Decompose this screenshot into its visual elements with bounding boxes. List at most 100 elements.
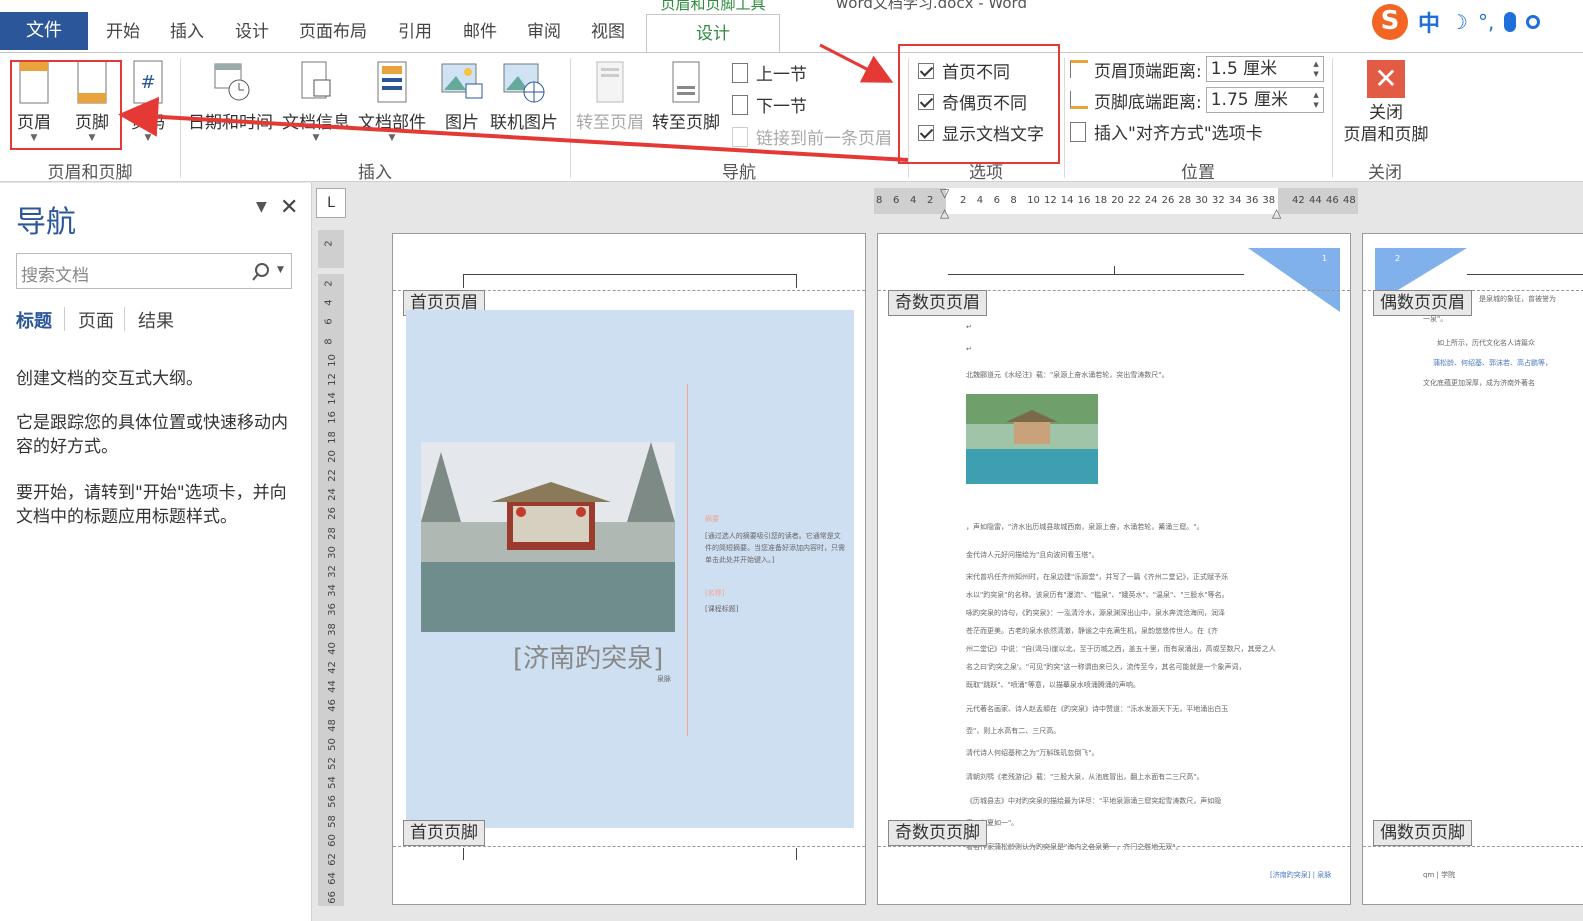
- odd-page-footer-tag[interactable]: 奇数页页脚: [888, 820, 987, 846]
- footer-rule-tick: [463, 848, 464, 860]
- sidebar-name[interactable]: [名称]: [705, 588, 724, 598]
- nav-search-box[interactable]: 搜索文档 ▼: [16, 253, 292, 289]
- ruler-tick-label: 32: [1212, 195, 1225, 206]
- odd-page-number[interactable]: 1: [1322, 254, 1327, 263]
- odd-body-line[interactable]: 宋代曾巩任齐州知州时，在泉边建"泺源堂"，并写了一篇《齐州二堂记》，正式赋予泺: [966, 572, 1326, 582]
- spring-photo[interactable]: [966, 394, 1098, 484]
- odd-body-line[interactable]: 苍茫而更美。古老的泉水依然清澈，静谧之中充满生机，泉韵悠悠传世人。在《齐: [966, 626, 1326, 636]
- odd-body-line[interactable]: 清朝刘鹗《老残游记》载："三股大泉，从池底冒出，翻上水面有二三尺高"。: [966, 772, 1326, 782]
- ruler-tick-label: 2: [960, 195, 967, 206]
- cover-title[interactable]: [济南趵突泉]: [513, 638, 663, 675]
- ruler-tick-label: 58: [326, 814, 338, 828]
- ruler-tick-label: 20: [326, 449, 338, 463]
- ruler-tick-label: 34: [1228, 195, 1242, 206]
- ruler-tick-label: 38: [1262, 195, 1276, 206]
- page-even: 2 偶数页页眉 是泉城的象征，曾被誉为 一泉"。 如上所示，历代文化名人诗篇众 …: [1362, 233, 1583, 905]
- ruler-tick-label: 2: [323, 280, 335, 287]
- even-footer-text[interactable]: qm | 学院: [1423, 870, 1455, 880]
- ruler-tick-label: 36: [1245, 195, 1259, 206]
- even-body-line[interactable]: 一泉"。: [1423, 314, 1583, 324]
- pavilion-photo[interactable]: [421, 442, 675, 632]
- page-odd: 1 奇数页页眉 ↵ ↵ 北魏郦道元《水经注》载："泉源上奋水涌若轮，突出雪涛数尺…: [877, 233, 1351, 905]
- ruler-tick-label: 36: [326, 603, 338, 617]
- ruler-indent-bottom-icon[interactable]: △: [940, 206, 949, 220]
- ruler-tick-label: 44: [1309, 195, 1322, 206]
- vertical-ruler[interactable]: 2 2 4 6 8 10 12 14 16 18 20 22 24 26 28 30 32 34 36 38 40 42 4…: [318, 230, 344, 906]
- header-rule-tick: [463, 274, 464, 288]
- odd-body-line[interactable]: ，声如隐雷，"济水出历城县故城西南，泉源上奋，水涌若轮，觱涌三窟。"。: [966, 522, 1326, 532]
- odd-body-line[interactable]: 咏趵突泉的诗句，《趵突泉》：一泓清泠水，源泉渊深出山中，泉水奔流沧海间，润泽: [966, 608, 1326, 618]
- odd-page-header-tag[interactable]: 奇数页页眉: [888, 290, 987, 316]
- ruler-right-indent-icon[interactable]: △: [1272, 206, 1281, 220]
- nav-options-icon[interactable]: ▼: [256, 199, 267, 215]
- nav-search-placeholder: 搜索文档: [21, 266, 89, 286]
- header-center-tab: [1114, 266, 1115, 274]
- odd-body-line[interactable]: 州二堂记》中说："自(渴马)崖以北，至于历城之西，盖五十里，而有泉涌出，高或至数…: [966, 644, 1326, 654]
- search-icon[interactable]: [251, 262, 271, 282]
- ruler-tick-label: 40: [326, 641, 338, 655]
- odd-body-line[interactable]: 雷，冬夏如一"。: [966, 818, 1326, 828]
- odd-body-line[interactable]: 水以"趵突泉"的名称。该泉历有"瀑流"、"槛泉"、"娥英水"、"温泉"、"三股水…: [966, 590, 1326, 600]
- even-body-line[interactable]: 是泉城的象征，曾被誉为: [1479, 294, 1583, 304]
- ruler-tick-label: 28: [1178, 195, 1192, 206]
- odd-footer-text[interactable]: [济南趵突泉] | 泉脉: [1270, 870, 1331, 880]
- cover-subtitle[interactable]: 泉脉: [657, 674, 671, 684]
- odd-body-line[interactable]: 《历城县志》中对趵突泉的描绘最为详尽："平地泉源涌三窟突起雪涛数尺，声如隐: [966, 796, 1326, 806]
- ruler-tick-label: 12: [1044, 195, 1057, 206]
- ruler-tick-label: 12: [326, 373, 338, 386]
- ruler-tick-label: 8: [876, 195, 883, 206]
- search-dropdown-icon[interactable]: ▼: [277, 265, 284, 275]
- header-rule: [948, 274, 1244, 275]
- footer-boundary: [878, 846, 1350, 847]
- ruler-tick-label: 8: [323, 337, 335, 345]
- ruler-tick-label: 4: [976, 195, 984, 206]
- ruler-tick-label: 24: [326, 488, 338, 502]
- ruler-tick-label: 2: [927, 195, 934, 206]
- even-body-line[interactable]: 蒲松龄、何绍基、郭沫若、高占鹏等，: [1433, 358, 1583, 368]
- even-page-header-tag[interactable]: 偶数页页眉: [1373, 290, 1472, 316]
- nav-tab-divider: [124, 307, 125, 331]
- ruler-tick-label: 14: [1060, 195, 1074, 206]
- nav-tab-pages[interactable]: 页面: [78, 307, 114, 333]
- odd-body-line[interactable]: 清代诗人何绍基称之为"万斛珠玑忽倒飞"。: [966, 748, 1326, 758]
- even-body-line[interactable]: 文化底蕴更加深厚，成为济南外著名: [1423, 378, 1583, 388]
- tab-selector[interactable]: L: [316, 188, 346, 218]
- ruler-tick-label: 6: [323, 318, 335, 326]
- annotation-arrow-to-options: [819, 43, 894, 83]
- ruler-tick-label: 48: [326, 718, 338, 732]
- paragraph-mark: ↵: [966, 345, 972, 353]
- footer-boundary: [393, 846, 865, 847]
- abstract-text[interactable]: [通过选人的摘要吸引您的读者。它通常是文件的简短摘要。当您准备好添加内容时，只需…: [705, 530, 845, 566]
- paragraph-mark: ↵: [966, 323, 972, 331]
- ruler-tick-label: 52: [326, 757, 338, 770]
- ruler-tick-label: 18: [1094, 195, 1108, 206]
- odd-body-line[interactable]: 壶"，则上水高有二、三尺高。: [966, 726, 1326, 736]
- ruler-tick-label: 64: [326, 872, 338, 886]
- even-page-number[interactable]: 2: [1395, 254, 1400, 263]
- annotation-arrow-to-footer: [118, 96, 909, 162]
- odd-body-line[interactable]: 北魏郦道元《水经注》载："泉源上奋水涌若轮，突出雪涛数尺"。: [966, 370, 1326, 380]
- abstract-label[interactable]: 摘要: [705, 514, 719, 524]
- sidebar-course[interactable]: [课程标题]: [705, 604, 738, 614]
- ruler-indent-top-icon[interactable]: ▽: [940, 186, 949, 200]
- ruler-tick-label: 54: [326, 776, 338, 790]
- even-body-line[interactable]: 如上所示，历代文化名人诗篇众: [1437, 338, 1583, 348]
- nav-close-icon[interactable]: ✕: [280, 195, 298, 220]
- nav-help-text-1: 创建文档的交互式大纲。: [16, 369, 203, 389]
- ruler-tick-label: 22: [1128, 195, 1141, 206]
- ruler-tick-label: 46: [1326, 195, 1339, 206]
- odd-body-line[interactable]: 元代著名画家、诗人赵孟頫在《趵突泉》诗中赞道："泺水发源天下无，平地涌出白玉: [966, 704, 1326, 714]
- odd-body-line[interactable]: 金代诗人元好问描绘为"且向波间看玉塔"。: [966, 550, 1326, 560]
- ruler-tick-label: 26: [1161, 195, 1175, 206]
- ruler-tick-label: 44: [326, 680, 338, 694]
- nav-tab-headings[interactable]: 标题: [16, 307, 52, 333]
- odd-body-line[interactable]: 名之曰'趵突之泉'。"可见"趵突"这一称谓由来已久，流传至今，其名可能就是一个象…: [966, 662, 1326, 672]
- nav-title: 导航: [16, 205, 76, 240]
- ruler-tick-label: 30: [326, 545, 338, 559]
- odd-body-line[interactable]: 既取"跳跃"、"喷涌"等意，以描摹泉水喷涌腾涌的声响。: [966, 680, 1326, 690]
- ruler-tick-label: 42: [326, 661, 338, 674]
- even-page-footer-tag[interactable]: 偶数页页脚: [1373, 820, 1472, 846]
- nav-tab-results[interactable]: 结果: [138, 307, 174, 333]
- first-page-footer-tag[interactable]: 首页页脚: [403, 820, 485, 846]
- odd-body-line[interactable]: 著名作家蒲松龄则认为趵突泉是"海内之名泉第一，齐门之胜地无双"。: [966, 842, 1326, 852]
